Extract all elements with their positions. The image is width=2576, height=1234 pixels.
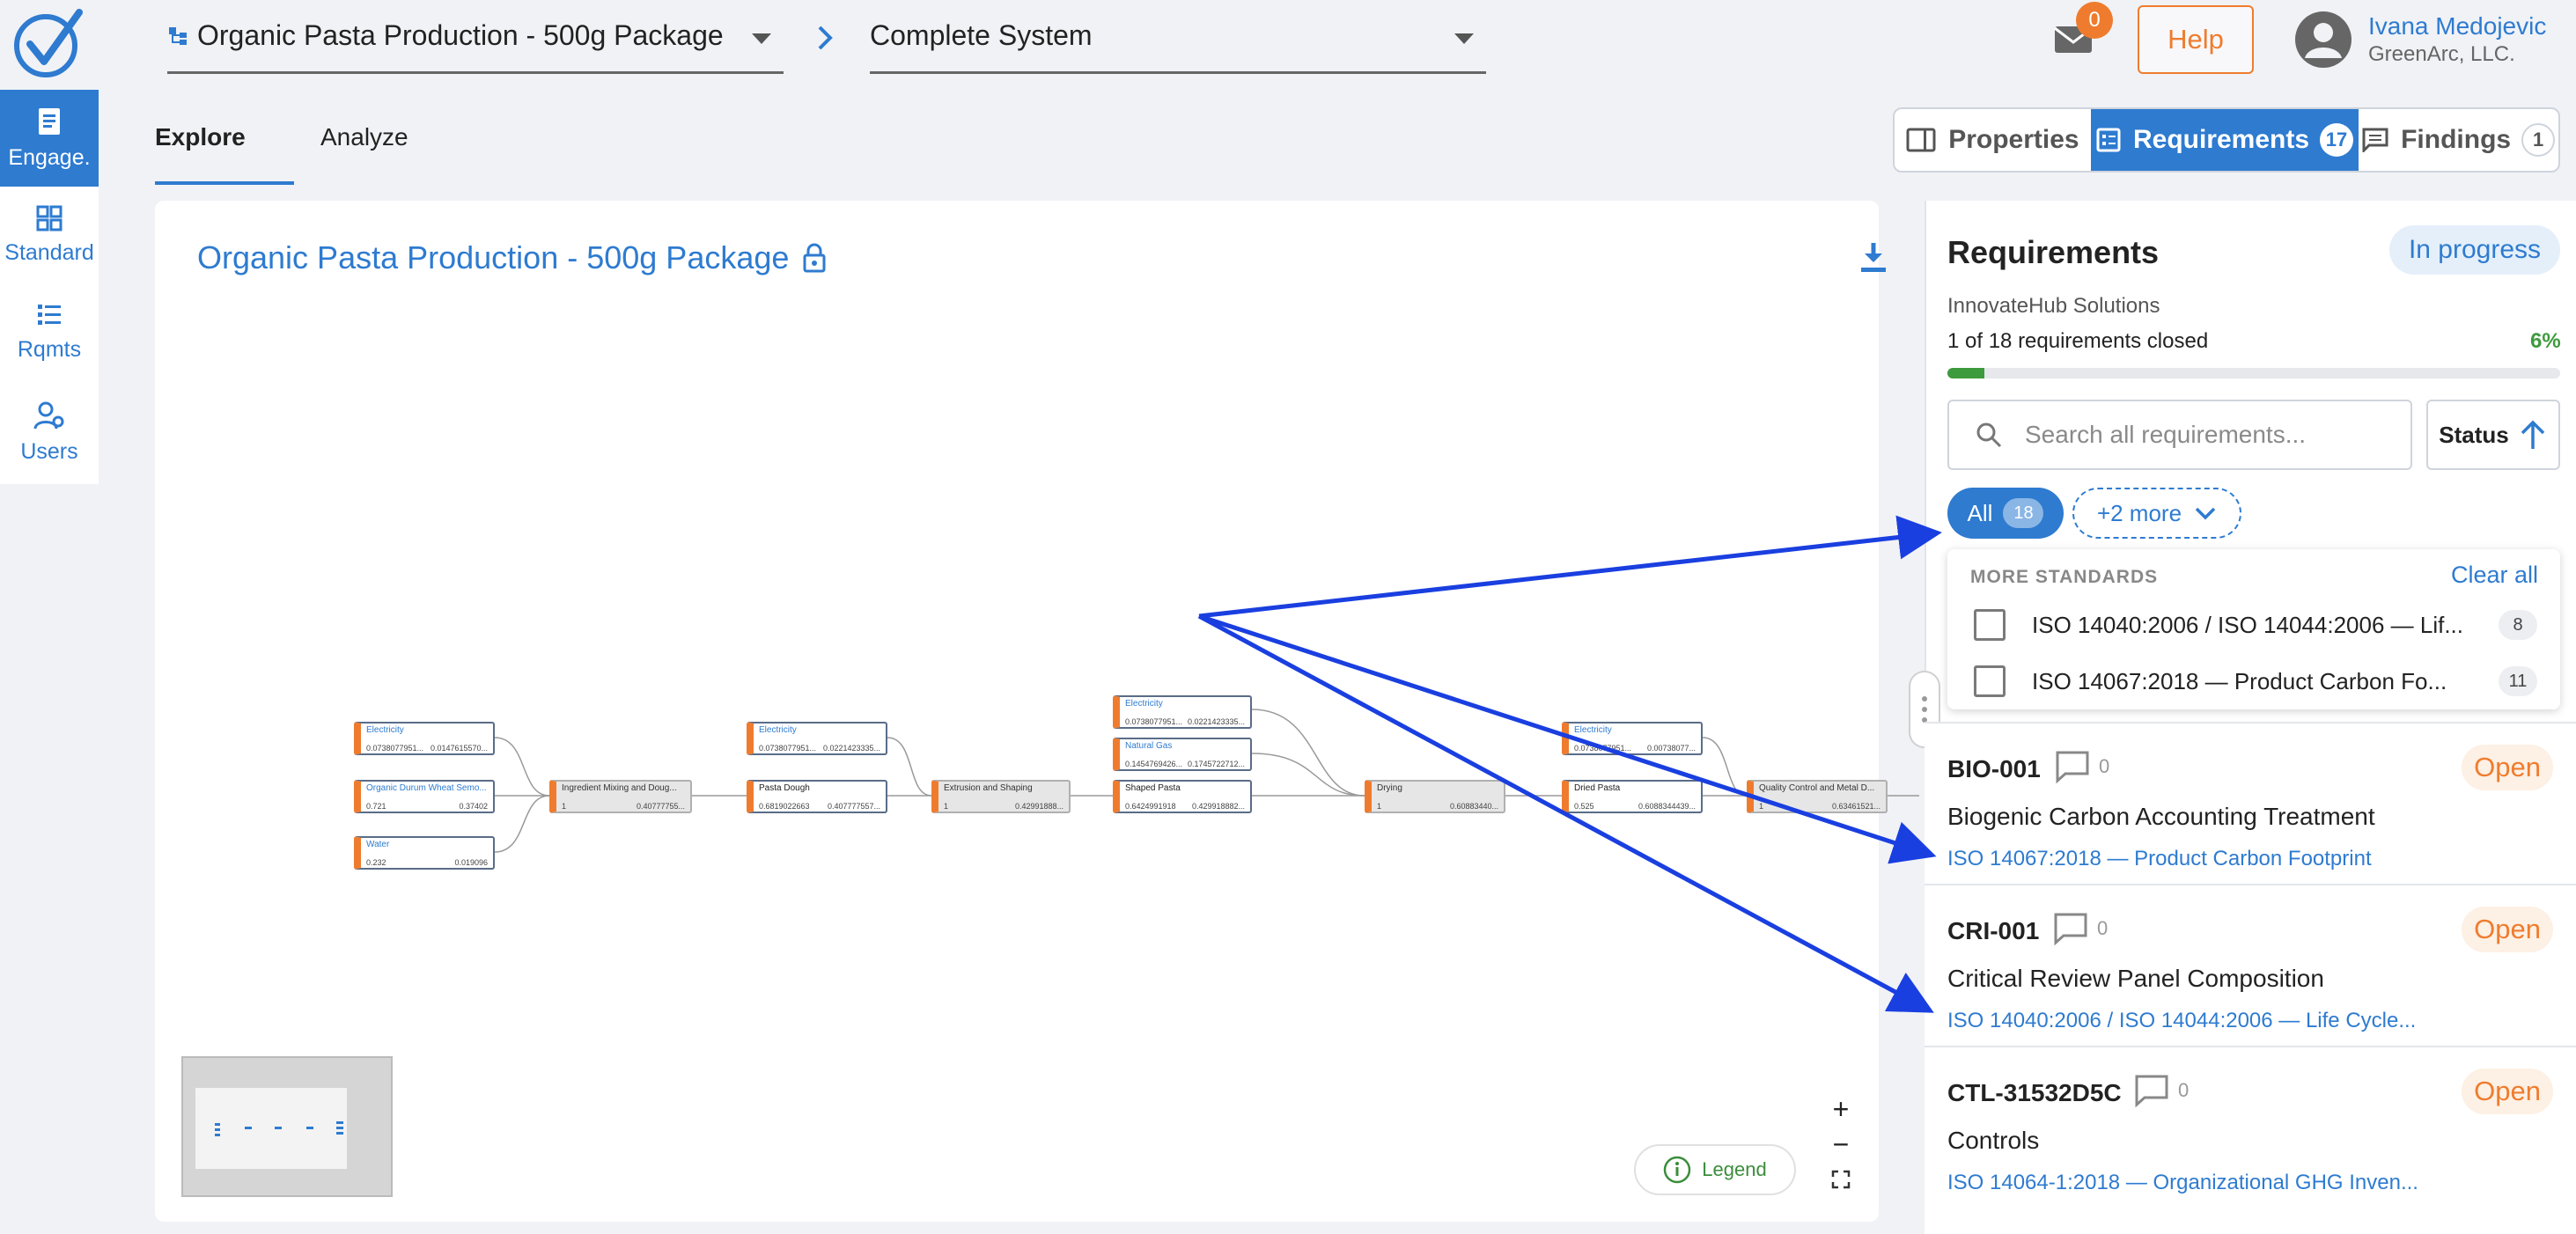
requirement-standard-link[interactable]: ISO 14064-1:2018 — Organizational GHG In…	[1947, 1171, 2440, 1195]
fullscreen-icon	[1831, 1170, 1851, 1189]
search-box[interactable]	[1947, 400, 2412, 470]
clear-all-link[interactable]: Clear all	[2451, 562, 2538, 589]
zoom-controls: + −	[1821, 1091, 1861, 1202]
requirements-count-badge: 17	[2320, 123, 2354, 157]
flow-node[interactable]: Water 0.232 0.019096	[354, 836, 495, 870]
requirement-card[interactable]: BIO-001 0 Open Biogenic Carbon Accountin…	[1925, 722, 2576, 884]
comment-count[interactable]: 0	[2055, 750, 2109, 783]
flow-node[interactable]: Natural Gas 0.1454769426... 0.1745722712..…	[1113, 738, 1252, 771]
flow-node[interactable]: Organic Durum Wheat Semo... 0.721 0.37402	[354, 780, 495, 813]
flow-node[interactable]: Pasta Dough 0.6819022663 0.407777557...	[747, 780, 887, 813]
flow-node[interactable]: Dried Pasta 0.525 0.6088344439...	[1562, 780, 1703, 813]
requirement-name: Controls	[1947, 1127, 2040, 1154]
standards-dropdown: MORE STANDARDS Clear all ISO 14040:2006 …	[1947, 549, 2560, 709]
requirement-card[interactable]: CTL-31532D5C 0 Open Controls ISO 14064-1…	[1925, 1046, 2576, 1234]
comment-count[interactable]: 0	[2134, 1074, 2189, 1107]
standard-option[interactable]: ISO 14067:2018 — Product Carbon Fo... 11	[1974, 660, 2537, 702]
flow-node[interactable]: Electricity 0.0738077951... 0.0221423335..…	[1113, 695, 1252, 729]
filter-chip-more[interactable]: +2 more	[2072, 488, 2241, 539]
chevron-down-icon	[2195, 507, 2216, 520]
minimap[interactable]	[181, 1056, 393, 1197]
process-node[interactable]: Extrusion and Shaping 1 0.42991888...	[931, 780, 1071, 813]
closed-summary: 1 of 18 requirements closed	[1947, 329, 2209, 353]
properties-label: Properties	[1948, 125, 2079, 154]
requirements-toggle[interactable]: Requirements 17	[2090, 109, 2359, 171]
legend-label: Legend	[1702, 1158, 1767, 1180]
comment-count-value: 0	[2178, 1079, 2190, 1101]
search-icon	[1976, 422, 2002, 448]
search-input[interactable]	[2025, 421, 2395, 449]
option-label: ISO 14067:2018 — Product Carbon Fo...	[2032, 667, 2447, 694]
option-label: ISO 14040:2006 / ISO 14044:2006 — Lif...	[2032, 611, 2464, 638]
requirement-id: CTL-31532D5C	[1947, 1079, 2122, 1106]
flow-node[interactable]: Shaped Pasta 0.6424991918 0.429918882...	[1113, 780, 1252, 813]
status-badge: Open	[2462, 1069, 2553, 1114]
standard-option[interactable]: ISO 14040:2006 / ISO 14044:2006 — Lif...…	[1974, 604, 2537, 646]
chip-all-count: 18	[2003, 498, 2044, 528]
legend-button[interactable]: Legend	[1634, 1144, 1796, 1195]
user-org: GreenArc, LLC.	[2368, 42, 2515, 66]
checkbox[interactable]	[1974, 665, 2006, 697]
comment-icon	[2135, 1075, 2168, 1107]
process-node[interactable]: Quality Control and Metal D... 1 0.6346152…	[1747, 780, 1888, 813]
arrow-up-icon	[2521, 420, 2544, 449]
checklist-box-icon	[2096, 128, 2121, 152]
help-button[interactable]: Help	[2138, 5, 2254, 74]
comment-icon	[2054, 913, 2087, 945]
requirement-id: BIO-001	[1947, 755, 2041, 782]
option-count: 8	[2499, 610, 2537, 640]
minimap-preview	[215, 1121, 343, 1136]
chip-all-label: All	[1967, 499, 1993, 526]
user-avatar-icon	[2295, 11, 2352, 68]
status-badge: In progress	[2389, 225, 2560, 275]
status-badge: Open	[2462, 745, 2553, 790]
panel-title: Requirements	[1947, 234, 2160, 270]
percent-complete: 6%	[2530, 329, 2561, 353]
sort-label: Status	[2439, 421, 2509, 448]
requirement-id: CRI-001	[1947, 917, 2040, 944]
avatar[interactable]	[2294, 11, 2352, 69]
panel-toggle-group: Properties Requirements 17 Findings 1	[1893, 107, 2560, 173]
flow-connectors	[494, 709, 1919, 853]
sort-button[interactable]: Status	[2426, 400, 2560, 470]
requirement-standard-link[interactable]: ISO 14067:2018 — Product Carbon Footprin…	[1947, 847, 2440, 871]
requirements-label: Requirements	[2132, 125, 2310, 154]
info-icon	[1664, 1156, 1691, 1184]
comment-list-icon	[2362, 128, 2388, 152]
checkbox[interactable]	[1974, 609, 2006, 641]
progress-bar	[1947, 368, 2560, 378]
flow-node[interactable]: Electricity 0.0738077951... 0.00738077...	[1562, 722, 1703, 755]
fit-view-button[interactable]	[1821, 1162, 1861, 1197]
option-count: 11	[2499, 666, 2537, 696]
comment-count[interactable]: 0	[2053, 912, 2108, 945]
findings-toggle[interactable]: Findings 1	[2359, 109, 2558, 171]
requirement-name: Critical Review Panel Composition	[1947, 965, 2324, 992]
mail-count-badge: 0	[2076, 2, 2113, 39]
progress-fill	[1947, 368, 1984, 378]
findings-count-badge: 1	[2521, 123, 2556, 157]
filter-chip-all[interactable]: All 18	[1947, 488, 2064, 539]
requirement-standard-link[interactable]: ISO 14040:2006 / ISO 14044:2006 — Life C…	[1947, 1009, 2440, 1033]
user-name[interactable]: Ivana Medojevic	[2368, 12, 2546, 40]
zoom-in-button[interactable]: +	[1821, 1091, 1861, 1127]
flow-node[interactable]: Electricity 0.0738077951... 0.0147615570..…	[354, 722, 495, 755]
process-node[interactable]: Ingredient Mixing and Doug... 1 0.40777755…	[549, 780, 692, 813]
comment-icon	[2056, 751, 2089, 783]
comment-count-value: 0	[2097, 917, 2109, 939]
minimap-viewport[interactable]	[195, 1088, 347, 1169]
status-badge: Open	[2462, 907, 2553, 952]
org-name: InnovateHub Solutions	[1947, 294, 2160, 318]
requirement-name: Biogenic Carbon Accounting Treatment	[1947, 803, 2375, 830]
zoom-out-button[interactable]: −	[1821, 1127, 1861, 1162]
requirement-card[interactable]: CRI-001 0 Open Critical Review Panel Com…	[1925, 884, 2576, 1046]
dropdown-heading: MORE STANDARDS	[1970, 567, 2159, 587]
chip-more-label: +2 more	[2096, 499, 2182, 526]
findings-label: Findings	[2401, 125, 2512, 154]
comment-count-value: 0	[2099, 755, 2110, 777]
process-node[interactable]: Drying 1 0.60883440...	[1365, 780, 1505, 813]
flow-node[interactable]: Electricity 0.0738077951... 0.0221423335..…	[747, 722, 887, 755]
